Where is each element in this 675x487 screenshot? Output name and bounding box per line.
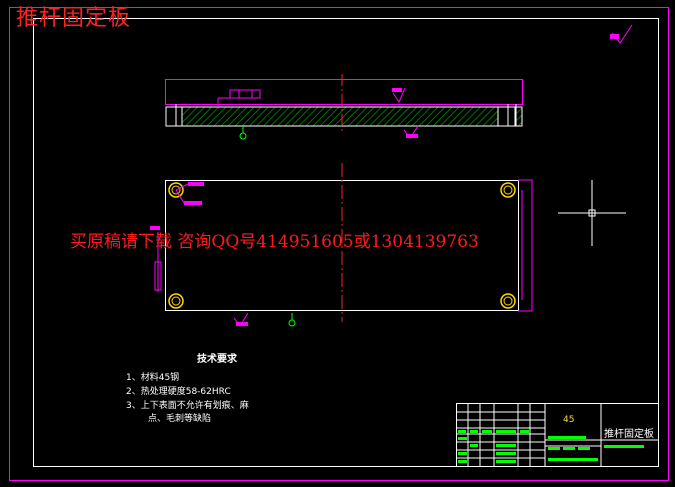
technical-requirements-heading: 技术要求: [197, 354, 237, 365]
datum-b-symbol: [288, 313, 296, 327]
title-block-material: 45: [563, 415, 575, 425]
corner-hole-bottom-right: [500, 293, 516, 309]
drawing-title: 推杆固定板: [16, 6, 132, 31]
flatness-frame: [229, 89, 261, 99]
requirement-line-3: 3、上下表面不允许有划痕、麻: [126, 401, 249, 411]
corner-hole-top-right: [500, 182, 516, 198]
section-hatch-body: [165, 106, 523, 127]
cad-crosshair: [558, 180, 626, 246]
corner-roughness-symbol: [610, 24, 633, 44]
datum-a-symbol: [239, 126, 247, 140]
requirement-line-4: 点、毛刺等缺陷: [148, 414, 212, 424]
section-view: [165, 74, 523, 140]
requirement-line-2: 2、热处理硬度58-62HRC: [126, 387, 231, 397]
title-block-part-name: 推杆固定板: [604, 429, 654, 440]
download-watermark: 买原稿请下载 咨询QQ号414951605或1304139763: [70, 232, 479, 252]
requirement-line-1: 1、材料45钢: [126, 373, 180, 383]
corner-hole-bottom-left: [168, 293, 184, 309]
